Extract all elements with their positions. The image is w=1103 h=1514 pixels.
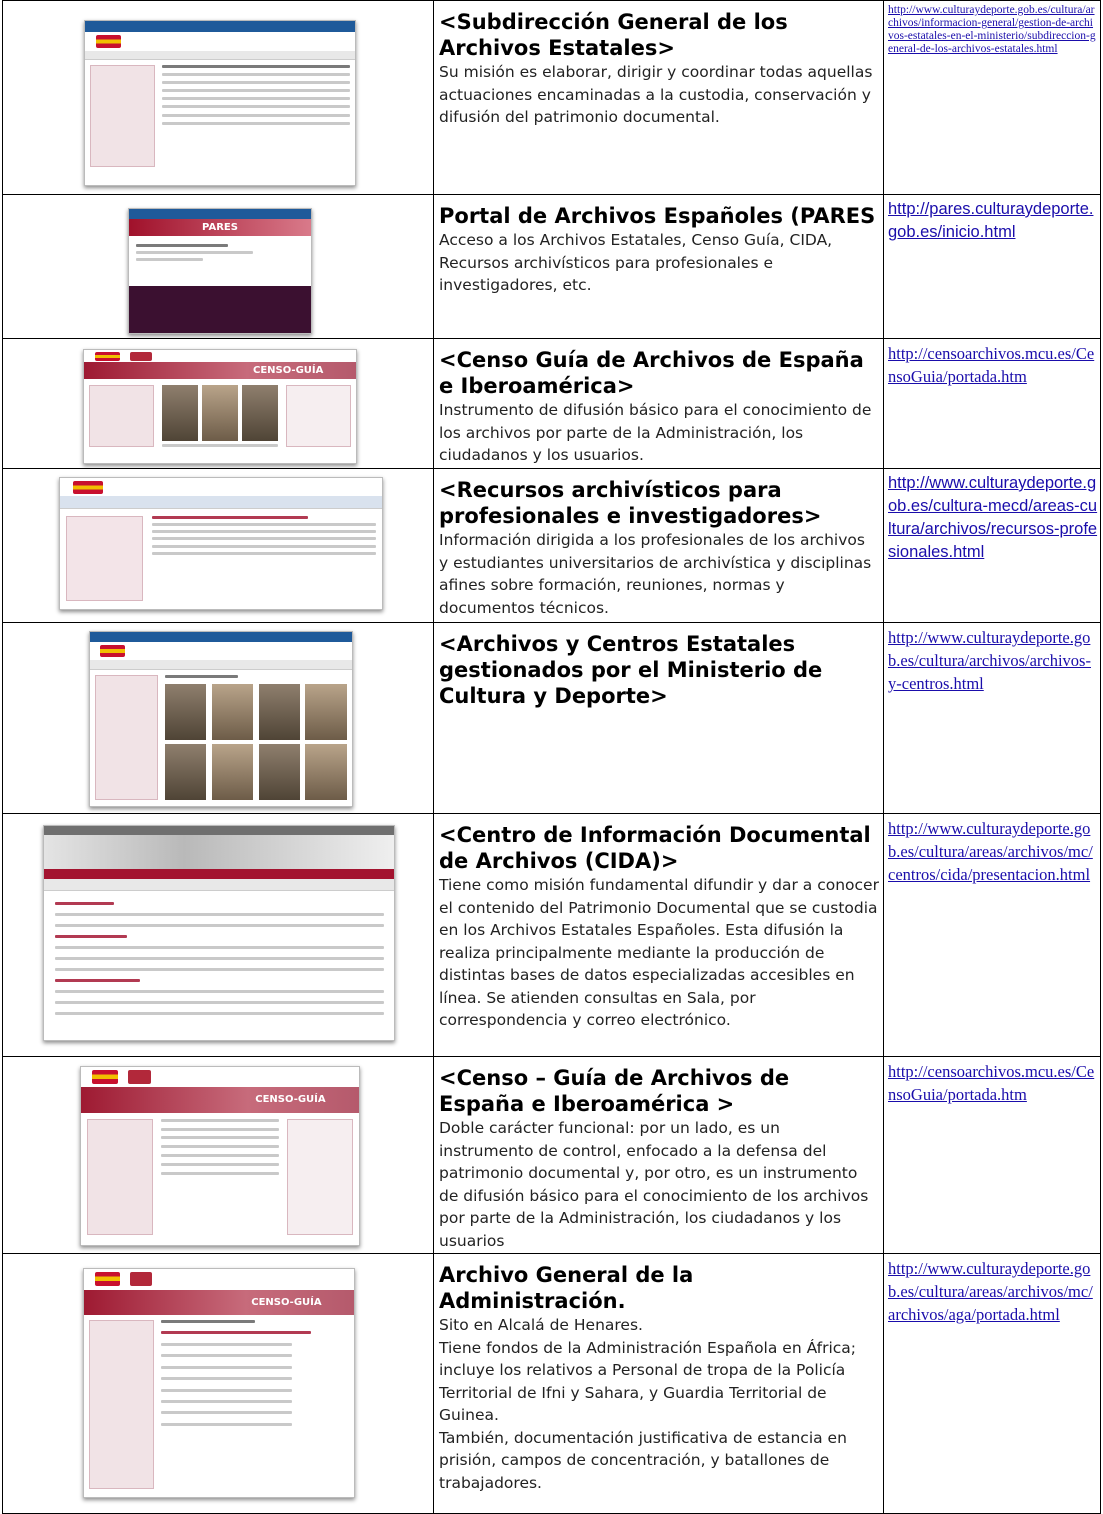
website-screenshot: CENSO-GUÍA [80,1066,360,1246]
description-cell: <Recursos archivísticos para profesional… [433,468,884,623]
link-cell: http://www.culturaydeporte.gob.es/cultur… [883,0,1101,195]
thumbnail-cell: CENSO-GUÍA [2,1056,434,1254]
description-cell: <Centro de Información Documental de Arc… [433,813,884,1057]
resource-title: <Archivos y Centros Estatales gestionado… [439,632,823,708]
pares-banner: PARES [129,218,311,237]
description-cell: <Archivos y Centros Estatales gestionado… [433,622,884,814]
resource-title: Portal de Archivos Españoles (PARES [439,204,876,228]
table-row: CENSO-GUÍA <Censo Guía de Archivos de Es… [2,338,1101,469]
resource-description: Instrumento de difusión básico para el c… [439,401,872,464]
resource-title: <Censo – Guía de Archivos de España e Ib… [439,1066,790,1116]
resource-link[interactable]: http://censoarchivos.mcu.es/CensoGuia/po… [888,342,1098,388]
censo-banner: CENSO-GUÍA [84,362,356,380]
resource-link[interactable]: http://censoarchivos.mcu.es/CensoGuia/po… [888,1060,1098,1106]
thumbnail-cell [2,813,434,1057]
resource-description-line: Sito en Alcalá de Henares. [439,1316,643,1334]
resource-description: Tiene como misión fundamental difundir y… [439,876,879,1029]
link-cell: http://pares.culturaydeporte.gob.es/inic… [883,194,1101,339]
link-cell: http://www.culturaydeporte.gob.es/cultur… [883,622,1101,814]
description-cell: <Censo – Guía de Archivos de España e Ib… [433,1056,884,1254]
table-row: CENSO-GUÍA Archivo General de la Adminis… [2,1253,1101,1514]
thumbnail-cell [2,0,434,195]
description-cell: <Censo Guía de Archivos de España e Iber… [433,338,884,469]
description-cell: Portal de Archivos Españoles (PARES Acce… [433,194,884,339]
table-row: <Archivos y Centros Estatales gestionado… [2,622,1101,814]
table-row: <Centro de Información Documental de Arc… [2,813,1101,1057]
table-row: <Subdirección General de los Archivos Es… [2,0,1101,195]
resource-title: <Subdirección General de los Archivos Es… [439,10,788,60]
table-row: CENSO-GUÍA <Censo – Guía de Archivos de … [2,1056,1101,1254]
link-cell: http://www.culturaydeporte.gob.es/cultur… [883,1253,1101,1514]
resource-link[interactable]: http://pares.culturaydeporte.gob.es/inic… [888,198,1098,244]
resource-table: <Subdirección General de los Archivos Es… [2,0,1101,1514]
censo-banner: CENSO-GUÍA [81,1086,359,1114]
resource-link[interactable]: http://www.culturaydeporte.gob.es/cultur… [888,472,1098,564]
resource-description-line: También, documentación justificativa de … [439,1428,847,1492]
link-cell: http://www.culturaydeporte.gob.es/cultur… [883,468,1101,623]
resource-link[interactable]: http://www.culturaydeporte.gob.es/cultur… [888,1257,1098,1326]
description-cell: <Subdirección General de los Archivos Es… [433,0,884,195]
resource-title: <Recursos archivísticos para profesional… [439,478,822,528]
website-screenshot [89,631,353,807]
link-cell: http://www.culturaydeporte.gob.es/cultur… [883,813,1101,1057]
resource-link[interactable]: http://www.culturaydeporte.gob.es/cultur… [888,626,1098,695]
resource-link[interactable]: http://www.culturaydeporte.gob.es/cultur… [888,817,1098,886]
table-row: PARES Portal de Archivos Españoles (PARE… [2,194,1101,339]
resource-description-line: Tiene fondos de la Administración Españo… [439,1338,856,1425]
thumbnail-cell [2,622,434,814]
censo-banner: CENSO-GUÍA [84,1289,354,1315]
resource-title: Archivo General de la Administración. [439,1263,694,1313]
resource-description: Acceso a los Archivos Estatales, Censo G… [439,231,833,294]
resource-title: <Centro de Información Documental de Arc… [439,823,871,873]
thumbnail-cell: CENSO-GUÍA [2,1253,434,1514]
website-screenshot: CENSO-GUÍA [83,349,357,464]
website-screenshot: CENSO-GUÍA [83,1268,355,1498]
link-cell: http://censoarchivos.mcu.es/CensoGuia/po… [883,338,1101,469]
resource-description: Doble carácter funcional: por un lado, e… [439,1119,869,1250]
resource-description: Su misión es elaborar, dirigir y coordin… [439,63,873,126]
website-screenshot [84,20,356,186]
resource-link[interactable]: http://www.culturaydeporte.gob.es/cultur… [888,4,1098,56]
description-cell: Archivo General de la Administración. Si… [433,1253,884,1514]
thumbnail-cell: CENSO-GUÍA [2,338,434,469]
website-screenshot [43,825,395,1041]
resource-title: <Censo Guía de Archivos de España e Iber… [439,348,864,398]
resource-description: Información dirigida a los profesionales… [439,531,872,617]
website-screenshot: PARES [128,208,312,334]
link-cell: http://censoarchivos.mcu.es/CensoGuia/po… [883,1056,1101,1254]
table-row: <Recursos archivísticos para profesional… [2,468,1101,623]
thumbnail-cell: PARES [2,194,434,339]
website-screenshot [59,477,383,610]
thumbnail-cell [2,468,434,623]
